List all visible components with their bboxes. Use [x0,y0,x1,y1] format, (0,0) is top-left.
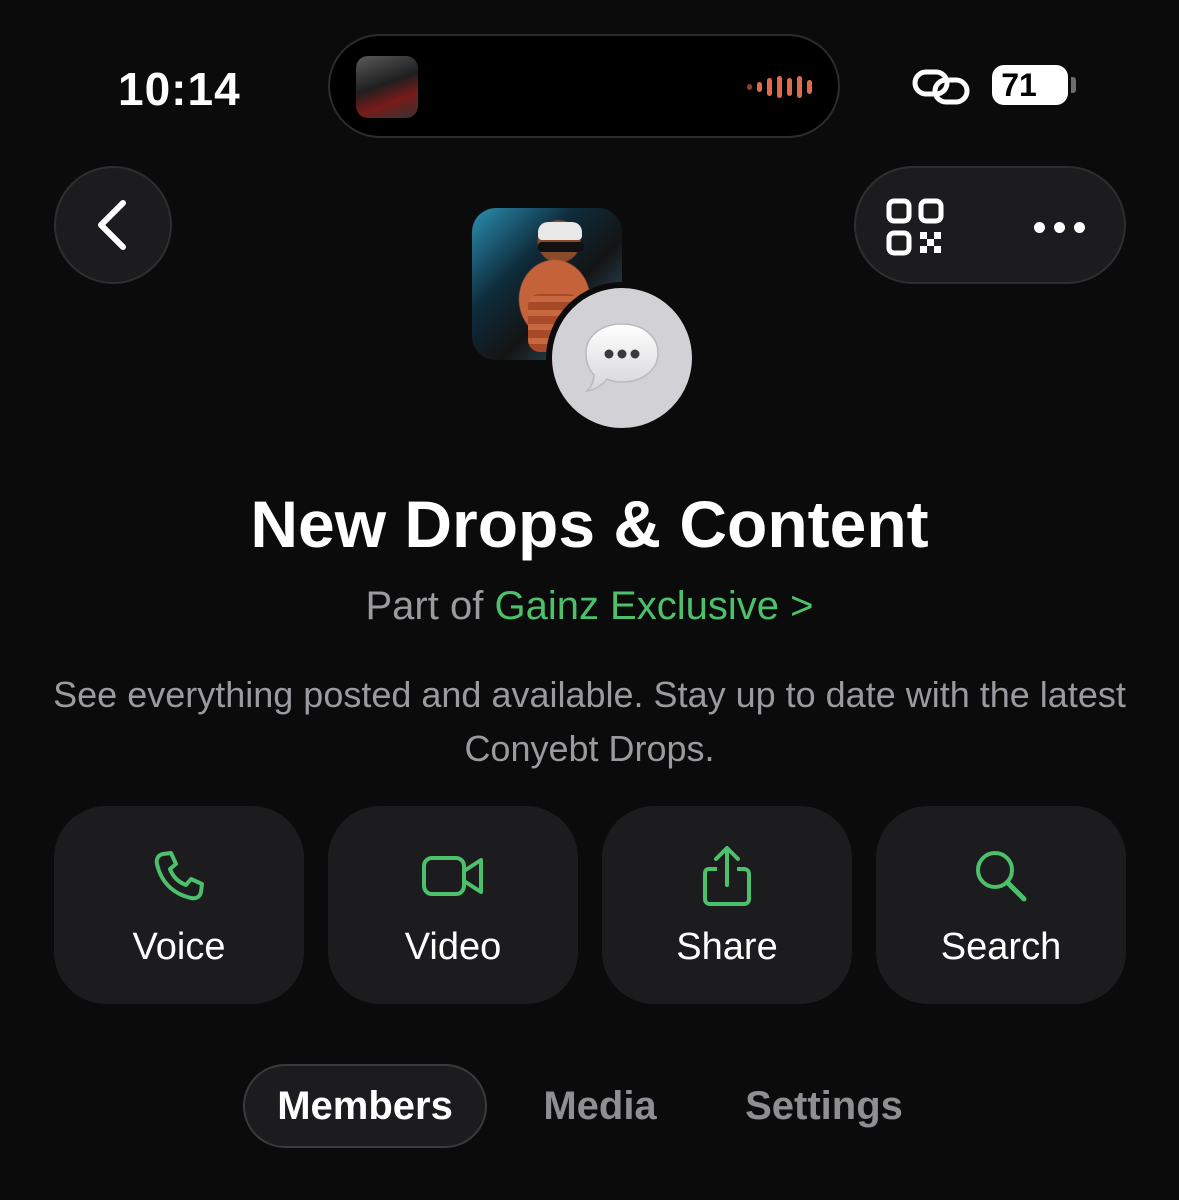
community-name: Gainz Exclusive [494,584,780,628]
dynamic-island[interactable] [328,34,840,138]
tab-media[interactable]: Media [520,1064,680,1148]
share-icon [703,846,751,906]
search-label: Search [940,926,1062,968]
qr-code-button[interactable] [886,198,944,256]
battery-indicator: 71 [992,65,1068,105]
voice-label: Voice [132,926,226,968]
personal-hotspot-link-icon [912,69,970,105]
chevron-right-icon: > [790,584,814,628]
speech-bubble-icon [584,323,659,393]
video-camera-icon [422,856,483,896]
community-link[interactable]: Gainz Exclusive > [494,584,813,628]
group-info-screen: 10:14 71 New Drops & Content Part of Gai… [0,0,1179,1200]
back-button[interactable] [54,166,172,284]
search-button[interactable]: Search [876,806,1126,1004]
search-icon [976,851,1027,902]
more-options-button[interactable] [1024,198,1094,256]
group-chat-avatar[interactable] [546,282,698,434]
voice-call-button[interactable]: Voice [54,806,304,1004]
share-label: Share [676,926,778,968]
status-time: 10:14 [118,63,241,115]
group-name: New Drops & Content [250,487,929,561]
group-description: See everything posted and available. Sta… [53,674,1126,769]
battery-cap [1071,77,1076,93]
chevron-left-icon [98,200,126,250]
video-call-button[interactable]: Video [328,806,578,1004]
phone-icon [154,851,204,901]
qr-code-icon [886,198,944,256]
tab-members[interactable]: Members [243,1064,487,1148]
battery-level: 71 [1001,66,1037,103]
part-of-label: Part of [365,584,484,628]
top-right-actions [854,166,1126,284]
audio-waveform-icon [747,76,812,98]
action-buttons: Voice Video Share Search [54,806,1126,1004]
more-dots-icon [1033,221,1045,233]
section-tabs: Members Media Settings [0,1064,1179,1150]
community-subtitle: Part of Gainz Exclusive > [0,584,1179,629]
now-playing-artwork [356,56,418,118]
share-button[interactable]: Share [602,806,852,1004]
tab-settings[interactable]: Settings [724,1064,924,1148]
video-label: Video [404,926,502,968]
